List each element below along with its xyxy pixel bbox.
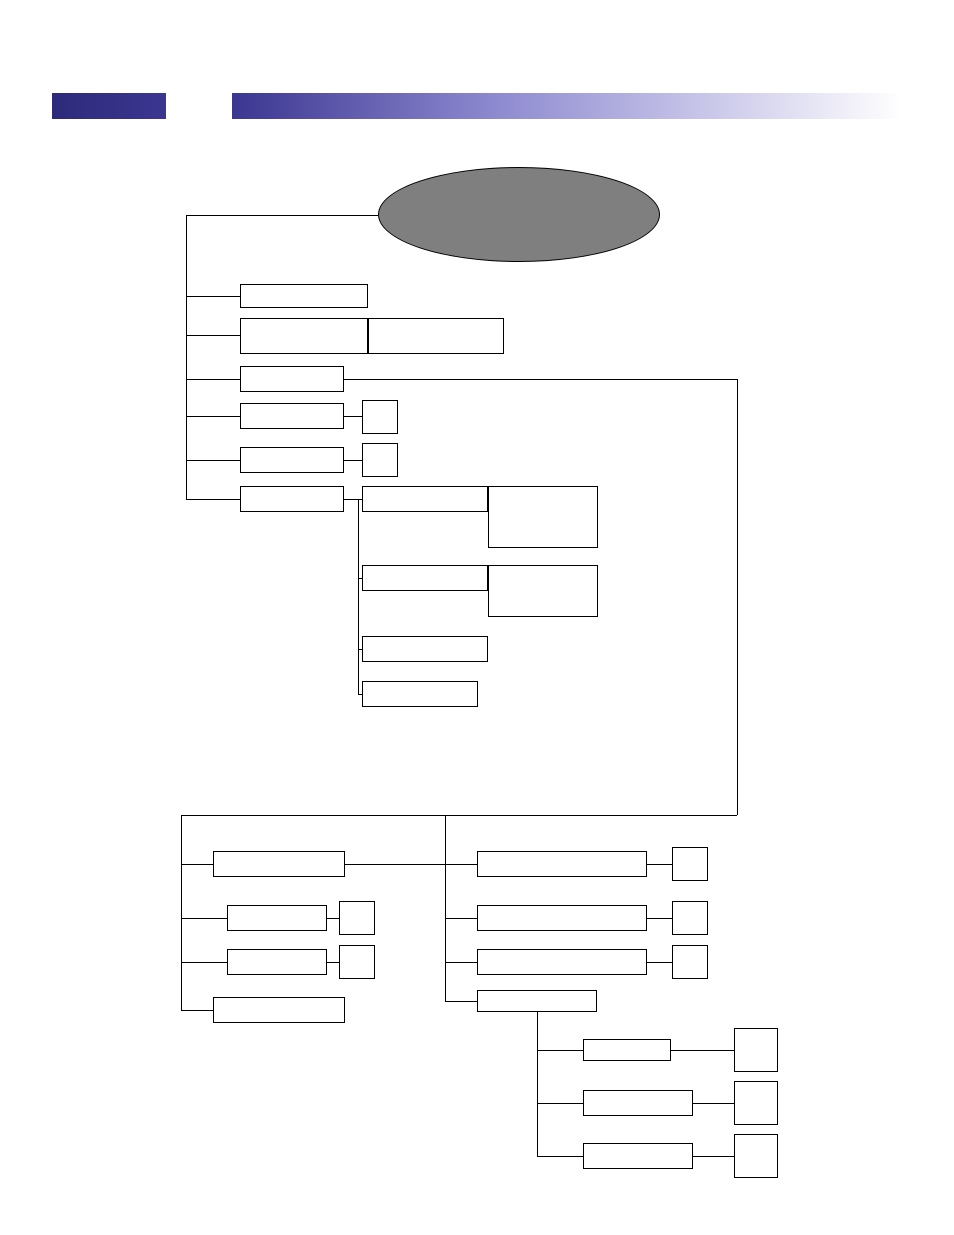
connector [344,379,737,380]
connector [445,1001,477,1002]
connector [186,215,378,216]
node-B3a [339,945,375,979]
connector [671,1050,734,1051]
connector [186,499,240,500]
node-C4a-detail [734,1028,778,1072]
connector [537,1050,583,1051]
connector [445,962,477,963]
node-A4 [240,403,344,429]
node-A6 [240,486,344,512]
connector [186,460,240,461]
connector [186,379,240,380]
connector [344,460,362,461]
connector [647,918,672,919]
connector [327,918,339,919]
connector [181,962,227,963]
connector [181,815,182,1010]
node-C2 [477,905,647,931]
connector [181,864,213,865]
node-C1 [477,851,647,877]
node-A6a-detail [488,486,598,548]
node-C3 [477,949,647,975]
connector [181,1010,213,1011]
node-C2a [672,901,708,935]
node-A6b [362,565,488,591]
node-B2a [339,901,375,935]
node-A2 [240,318,368,354]
node-A2a [368,318,504,354]
node-B2 [227,905,327,931]
node-A3 [240,366,344,392]
connector [737,379,738,815]
root-node [378,167,660,262]
connector [344,416,362,417]
connector [537,1012,538,1156]
connector [693,1156,734,1157]
connector [647,864,672,865]
connector [445,815,446,1001]
connector [186,335,240,336]
connector [181,918,227,919]
node-B3 [227,949,327,975]
connector [344,499,358,500]
node-C1a [672,847,708,881]
connector [445,864,477,865]
node-C4a [583,1039,671,1061]
node-A6d [362,681,478,707]
connector [537,1103,583,1104]
node-A1 [240,284,368,308]
node-A6a [362,486,488,512]
connector [345,864,445,865]
connector [693,1103,734,1104]
node-C4c-detail [734,1134,778,1178]
node-C4b [583,1090,693,1116]
node-C4c [583,1143,693,1169]
node-A6c [362,636,488,662]
connector [327,962,339,963]
connector [186,416,240,417]
node-A6b-detail [488,565,598,617]
node-A5a [362,443,398,477]
connector [358,499,359,694]
connector [186,215,187,499]
connector [647,962,672,963]
node-B4 [213,997,345,1023]
connector [445,918,477,919]
connector [186,296,240,297]
node-A5 [240,447,344,473]
connector [537,1156,583,1157]
header-bar-right [232,93,902,119]
node-C3a [672,945,708,979]
node-B1 [213,851,345,877]
node-A4a [362,400,398,434]
node-C4 [477,990,597,1012]
node-C4b-detail [734,1081,778,1125]
connector [181,815,737,816]
header-bar-left [52,93,166,119]
